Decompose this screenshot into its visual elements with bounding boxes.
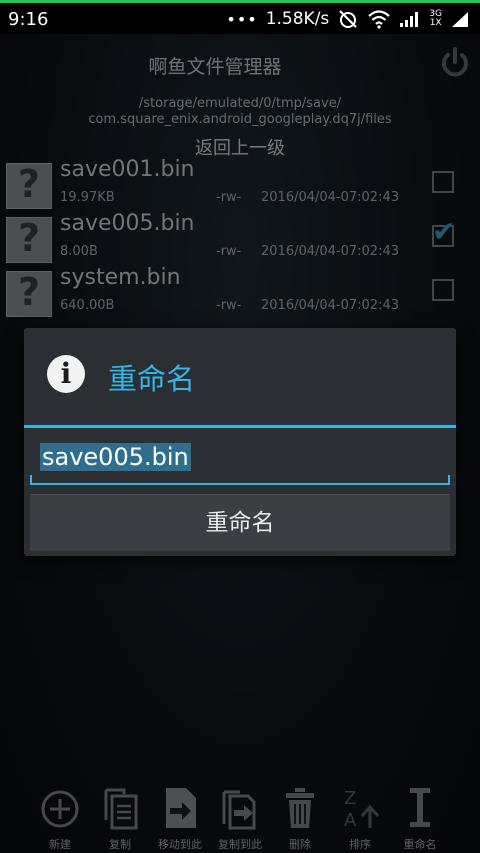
move-here-button[interactable]: 移动到此 — [150, 780, 210, 853]
copy-button[interactable]: 复制 — [90, 780, 150, 853]
rename-input[interactable]: save005.bin — [30, 435, 450, 485]
file-name: system.bin — [60, 265, 181, 290]
sort-button[interactable]: Z A 排序 — [330, 780, 390, 853]
selected-filename-text[interactable]: save005.bin — [40, 443, 191, 471]
signal-icon-2 — [452, 12, 468, 27]
status-time: 9:16 — [8, 9, 49, 30]
input-edge-right — [448, 475, 450, 483]
copy-here-icon — [222, 790, 256, 830]
question-mark-file-icon: ? — [6, 216, 52, 263]
file-date: 2016/04/04-07:02:43 — [261, 298, 400, 313]
file-row[interactable]: ? save005.bin 8.00B -rw- 2016/04/04-07:0… — [6, 211, 476, 269]
file-size: 640.00B — [60, 298, 115, 313]
checkmark-icon: ✔ — [432, 215, 456, 248]
file-date: 2016/04/04-07:02:43 — [261, 244, 400, 259]
delete-button[interactable]: 删除 — [270, 780, 330, 853]
bottom-toolbar: 新建 复制 移动到此 复制到此 删除 Z A 排序 重命名 — [0, 780, 480, 853]
new-button[interactable]: 新建 — [30, 780, 90, 853]
trash-icon — [286, 788, 314, 828]
file-size: 8.00B — [60, 244, 98, 259]
svg-text:A: A — [344, 810, 357, 830]
rename-confirm-button[interactable]: 重命名 — [30, 494, 450, 551]
status-icons: ••• 1.58K/s 3G 1X — [226, 7, 470, 31]
alarm-off-icon — [339, 10, 358, 28]
add-circle-icon — [41, 790, 79, 828]
question-mark-file-icon: ? — [6, 270, 52, 317]
dialog-title: 重命名 — [108, 362, 196, 396]
file-row[interactable]: ? save001.bin 19.97KB -rw- 2016/04/04-07… — [6, 157, 476, 215]
file-permissions: -rw- — [216, 190, 242, 205]
file-permissions: -rw- — [216, 298, 242, 313]
rename-button[interactable]: 重命名 — [390, 780, 450, 853]
sort-az-icon: Z A — [344, 788, 380, 830]
wifi-icon — [368, 10, 391, 29]
network-type: 3G 1X — [429, 9, 442, 28]
status-bar: 9:16 ••• 1.58K/s 3G 1X — [0, 0, 480, 34]
info-icon: i — [47, 355, 85, 393]
file-permissions: -rw- — [216, 244, 242, 259]
power-icon[interactable] — [438, 46, 472, 80]
file-checkbox[interactable] — [432, 171, 454, 193]
move-here-icon — [166, 788, 196, 828]
input-edge-left — [30, 475, 32, 483]
file-name: save001.bin — [60, 157, 195, 182]
network-speed: 1.58K/s — [265, 9, 330, 29]
app-title: 啊鱼文件管理器 — [148, 56, 282, 78]
rename-cursor-icon — [410, 788, 430, 827]
rename-dialog: i 重命名 save005.bin 重命名 — [24, 328, 456, 556]
current-path: /storage/emulated/0/tmp/save/ com.square… — [88, 96, 392, 127]
copy-icon — [104, 788, 138, 830]
copy-here-button[interactable]: 复制到此 — [210, 780, 270, 853]
file-name: save005.bin — [60, 211, 195, 236]
svg-text:Z: Z — [344, 788, 356, 809]
dialog-header: i 重命名 — [24, 328, 456, 428]
file-checkbox[interactable]: ✔ — [432, 215, 455, 248]
file-checkbox[interactable] — [432, 279, 454, 301]
file-date: 2016/04/04-07:02:43 — [261, 190, 400, 205]
question-mark-file-icon: ? — [6, 162, 52, 209]
file-row[interactable]: ? system.bin 640.00B -rw- 2016/04/04-07:… — [6, 265, 476, 323]
toolbar-label: 重命名 — [403, 838, 437, 851]
file-size: 19.97KB — [60, 190, 115, 205]
more-dots-icon: ••• — [226, 9, 258, 29]
signal-icon-1 — [400, 12, 419, 27]
